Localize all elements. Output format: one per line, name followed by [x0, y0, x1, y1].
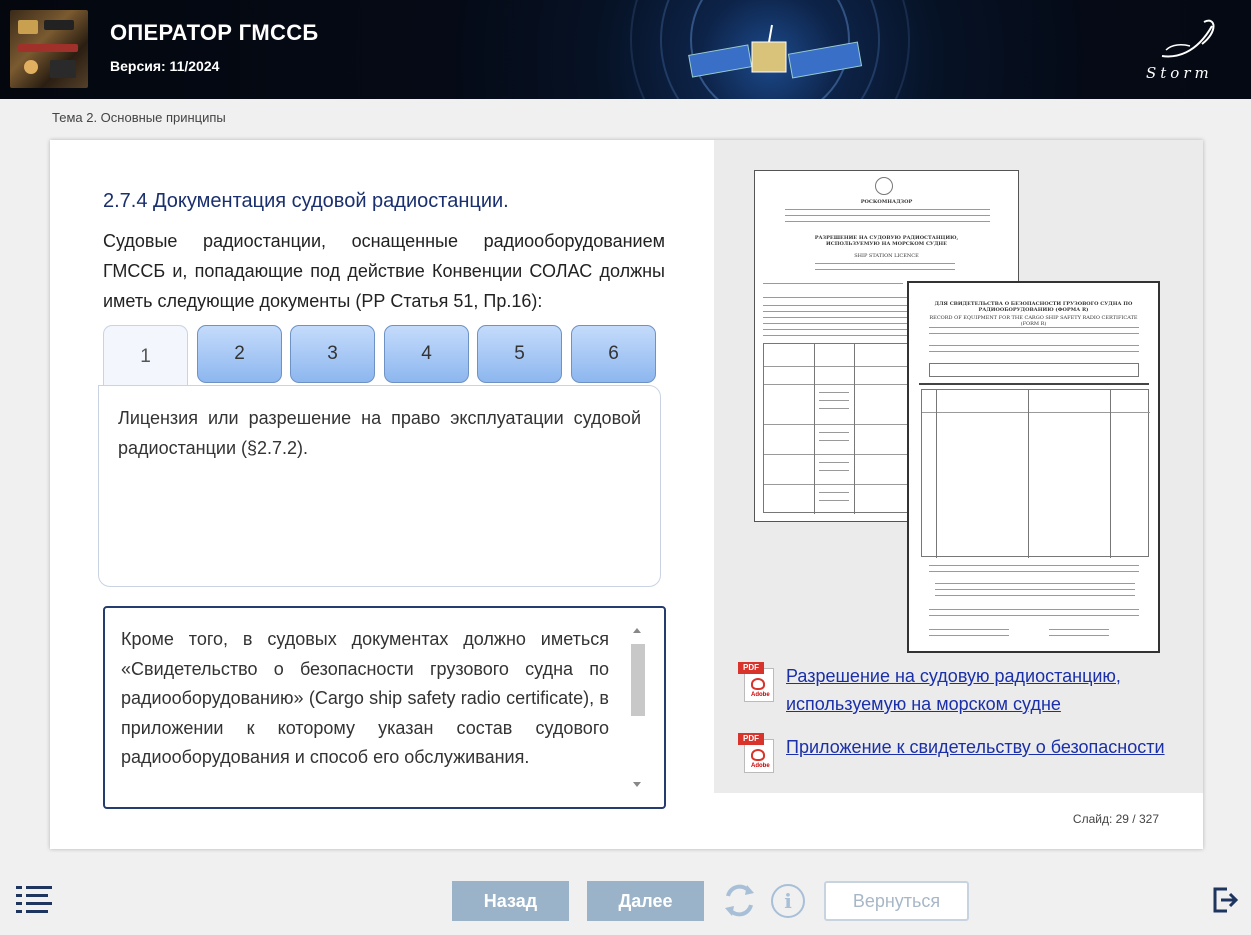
tab-panel: Лицензия или разрешение на право эксплуа…	[98, 385, 661, 587]
next-button[interactable]: Далее	[587, 881, 704, 921]
certificate-record-image: ДЛЯ СВИДЕТЕЛЬСТВА О БЕЗОПАСНОСТИ ГРУЗОВО…	[907, 281, 1160, 653]
scroll-box[interactable]: Кроме того, в судовых документах должно …	[103, 606, 666, 809]
doc1-org: РОСКОМНАДЗОР	[860, 199, 913, 205]
scroll-down-icon[interactable]	[633, 782, 641, 787]
tab-3[interactable]: 3	[290, 325, 375, 383]
pdf-tag: PDF	[738, 733, 764, 745]
exit-icon[interactable]	[1211, 886, 1239, 914]
intro-text: Судовые радиостанции, оснащенные радиооб…	[103, 231, 665, 311]
scroll-up-icon[interactable]	[633, 628, 641, 633]
license-pdf-link[interactable]: Разрешение на судовую радиостанцию, испо…	[786, 662, 1146, 718]
info-icon[interactable]: i	[771, 884, 805, 918]
pdf-link-row[interactable]: PDF Adobe Разрешение на судовую радиоста…	[738, 662, 1146, 718]
doc2-title: ДЛЯ СВИДЕТЕЛЬСТВА О БЕЗОПАСНОСТИ ГРУЗОВО…	[934, 301, 1133, 313]
doc1-subtitle: SHIP STATION LICENCE	[854, 253, 919, 259]
pdf-icon[interactable]: PDF Adobe	[738, 662, 776, 702]
tab-content: Лицензия или разрешение на право эксплуа…	[118, 408, 641, 458]
refresh-icon[interactable]	[721, 882, 758, 919]
menu-list-icon[interactable]	[16, 885, 54, 913]
satellite-icon	[688, 24, 863, 79]
certificate-appendix-pdf-link[interactable]: Приложение к свидетельству о безопасност…	[786, 733, 1186, 761]
scrollbar[interactable]	[629, 624, 647, 792]
app-header: ОПЕРАТОР ГМССБ Версия: 11/2024 Storm	[0, 0, 1251, 99]
doc1-title: РАЗРЕШЕНИЕ НА СУДОВУЮ РАДИОСТАНЦИЮ, ИСПО…	[814, 235, 959, 247]
tab-2[interactable]: 2	[197, 325, 282, 383]
pdf-link-row[interactable]: PDF Adobe Приложение к свидетельству о б…	[738, 733, 1186, 773]
scroll-text: Кроме того, в судовых документах должно …	[121, 625, 609, 781]
pdf-icon[interactable]: PDF Adobe	[738, 733, 776, 773]
tab-4[interactable]: 4	[384, 325, 469, 383]
tab-6[interactable]: 6	[571, 325, 656, 383]
doc2-table	[921, 389, 1150, 558]
section-title: 2.7.4 Документация судовой радиостанции.	[103, 190, 509, 212]
scroll-paragraph: Кроме того, в судовых документах должно …	[121, 629, 609, 767]
pdf-brand: Adobe	[751, 692, 770, 698]
slide-counter: Слайд: 29 / 327	[1072, 812, 1159, 826]
tab-5[interactable]: 5	[477, 325, 562, 383]
pdf-brand: Adobe	[751, 763, 770, 769]
slide-card: 2.7.4 Документация судовой радиостанции.…	[50, 140, 1203, 849]
app-version: Версия: 11/2024	[110, 58, 220, 74]
doc1-table	[763, 343, 912, 514]
breadcrumb: Тема 2. Основные принципы	[52, 110, 226, 125]
back-button[interactable]: Назад	[452, 881, 569, 921]
storm-logo-text: Storm	[1146, 64, 1213, 82]
scrollbar-thumb[interactable]	[631, 644, 645, 716]
course-thumbnail	[10, 10, 88, 88]
doc2-subtitle: RECORD OF EQUIPMENT FOR THE CARGO SHIP S…	[929, 315, 1138, 327]
app-title: ОПЕРАТОР ГМССБ	[110, 20, 319, 45]
storm-logo-icon	[1161, 19, 1215, 58]
return-button[interactable]: Вернуться	[824, 881, 969, 921]
pdf-tag: PDF	[738, 662, 764, 674]
tab-strip: 1 2 3 4 5 6	[103, 323, 658, 387]
tab-1[interactable]: 1	[103, 325, 188, 387]
emblem-icon	[875, 177, 893, 195]
